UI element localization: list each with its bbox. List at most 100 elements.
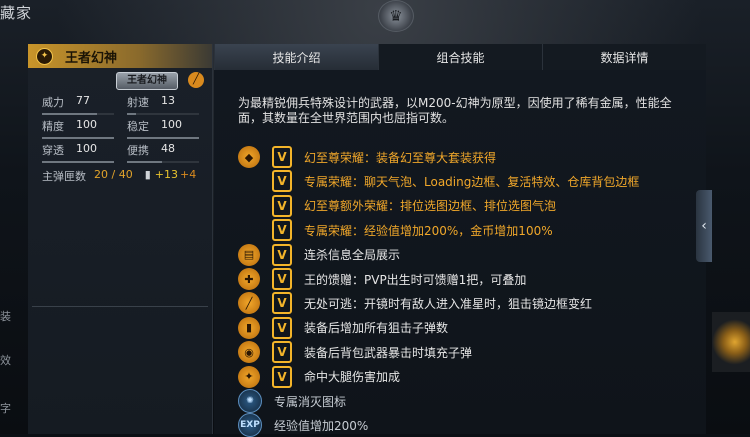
panel-divider [32, 306, 208, 307]
ammo-label: 主弹匣数 [42, 170, 86, 183]
feature-text: 经验值增加200% [274, 418, 369, 433]
gift-icon: ✚ [238, 268, 260, 290]
feature-text: 幻至尊额外荣耀：排位选图边框、排位选图气泡 [304, 199, 557, 214]
stat-item: 射速 13 [127, 94, 212, 115]
weapon-stats: 威力 77 射速 13 精度 100 稳定 100 穿透 100 便携 48 主弹匣数 20 / 4… [28, 90, 212, 184]
weapon-panel: ✦ 王者幻神 王者幻神 ╱ 威力 77 射速 13 精度 100 稳定 100 穿透 100 便携… [28, 44, 213, 434]
stat-row: 穿透 100 便携 48 [42, 142, 212, 166]
stat-item: 穿透 100 [42, 142, 127, 163]
stat-value: 48 [161, 142, 175, 155]
stat-bar-fill [127, 161, 162, 163]
weapon-name: 王者幻神 [65, 50, 118, 66]
tab-content: 为最精锐佣兵特殊设计的武器，以M200-幻神为原型，因使用了稀有金属，性能全面，… [214, 70, 706, 437]
sniper-scope-icon: ╱ [188, 72, 204, 88]
stat-bar-fill [42, 113, 98, 115]
side-hint: 装 [0, 310, 11, 323]
feature-text: 专属荣耀：经验值增加200%，金币增加100% [304, 223, 553, 238]
stat-bar [127, 113, 199, 115]
weapon-badge: 王者幻神 [116, 72, 178, 90]
stat-label: 稳定 [127, 120, 149, 133]
feature-item: ✦ V 命中大腿伤害加成 [238, 365, 401, 388]
feature-item: V 专属荣耀：经验值增加200%，金币增加100% [238, 219, 553, 242]
vip-v-icon: V [272, 365, 292, 388]
bullet-icon: ▮ [144, 168, 151, 181]
collapse-button[interactable]: ‹ [696, 190, 712, 262]
stat-label: 威力 [42, 96, 64, 109]
feature-item: ╱ V 无处可逃：开镜时有敌人进入准星时，狙击镜边框变红 [238, 292, 593, 315]
stat-item: 精度 100 [42, 118, 127, 139]
ammo-row: 主弹匣数 20 / 40 ▮ +13 +4 [42, 168, 212, 184]
stat-value: 77 [76, 94, 90, 107]
stat-bar [42, 113, 114, 115]
exp-icon: EXP [238, 413, 262, 437]
stat-bar [42, 137, 114, 139]
stat-label: 射速 [127, 96, 149, 109]
stat-bar [127, 137, 199, 139]
stat-label: 穿透 [42, 144, 64, 157]
stat-item: 威力 77 [42, 94, 127, 115]
killfeed-icon: ▤ [238, 243, 260, 266]
leg-shot-icon: ✦ [238, 365, 260, 388]
feature-item: ✺ 专属消灭图标 [238, 389, 347, 413]
page-title: 藏家 [0, 4, 33, 22]
sniper-scope-icon: ╱ [238, 292, 260, 315]
vip-v-icon: V [272, 341, 292, 364]
stat-value: 100 [76, 118, 97, 131]
stat-bar-fill [127, 113, 137, 115]
tab-data-details[interactable]: 数据详情 [542, 44, 706, 70]
stat-value: 100 [161, 118, 182, 131]
feature-item: V 幻至尊额外荣耀：排位选图边框、排位选图气泡 [238, 194, 557, 217]
side-hint: 字 [0, 402, 11, 415]
vip-v-icon: V [272, 316, 292, 339]
stat-label: 便携 [127, 144, 149, 157]
tab-combo-skills[interactable]: 组合技能 [378, 44, 542, 70]
feature-text: 装备后背包武器暴击时填充子弹 [304, 345, 473, 360]
stat-label: 精度 [42, 120, 64, 133]
stat-item: 便携 48 [127, 142, 212, 163]
vip-v-icon: V [272, 219, 292, 242]
tab-skill-intro[interactable]: 技能介绍 [214, 44, 378, 70]
feature-text: 王的馈赠：PVP出生时可馈赠1把，可叠加 [304, 272, 527, 287]
side-hint: 效 [0, 354, 11, 367]
ammo-value: 20 / 40 [94, 168, 133, 181]
backpack-icon: ◉ [238, 341, 260, 364]
stat-value: 13 [161, 94, 175, 107]
sniper-scope-image [712, 312, 750, 372]
feature-text: 装备后增加所有狙击子弹数 [304, 321, 449, 336]
stat-row: 威力 77 射速 13 [42, 94, 212, 118]
feature-item: ▤ V 连杀信息全局展示 [238, 243, 401, 266]
kill-mark-icon: ✺ [238, 389, 262, 413]
vip-v-icon: V [272, 292, 292, 315]
feature-text: 无处可逃：开镜时有敌人进入准星时，狙击镜边框变红 [304, 296, 593, 311]
stat-bar [127, 161, 199, 163]
feature-item: ▮ V 装备后增加所有狙击子弹数 [238, 316, 449, 339]
feature-text: 连杀信息全局展示 [304, 248, 401, 263]
ammo-icon: ▮ [238, 316, 260, 339]
vip-v-icon: V [272, 268, 292, 290]
vip-v-icon: V [272, 170, 292, 193]
feature-item: EXP 经验值增加200% [238, 413, 369, 437]
vip-v-icon: V [272, 146, 292, 168]
feature-item: V 专属荣耀：聊天气泡、Loading边框、复活特效、仓库背包边框 [238, 170, 640, 193]
stat-value: 100 [76, 142, 97, 155]
vip-v-icon: V [272, 194, 292, 217]
stat-bar [42, 161, 114, 163]
weapon-description: 为最精锐佣兵特殊设计的武器，以M200-幻神为原型，因使用了稀有金属，性能全面，… [238, 96, 672, 125]
stat-item: 稳定 100 [127, 118, 212, 139]
ammo-extra: +13 [154, 168, 178, 181]
feature-text: 专属荣耀：聊天气泡、Loading边框、复活特效、仓库背包边框 [304, 174, 640, 189]
badge-row: 王者幻神 ╱ [28, 68, 212, 90]
feature-text: 命中大腿伤害加成 [304, 370, 401, 385]
lion-emblem-icon: ♛ [378, 0, 414, 32]
feature-text: 专属消灭图标 [274, 394, 347, 409]
feature-item: ◉ V 装备后背包武器暴击时填充子弹 [238, 341, 473, 364]
tab-bar: 技能介绍 组合技能 数据详情 [214, 44, 706, 70]
vip-v-icon: V [272, 243, 292, 266]
weapon-header: ✦ 王者幻神 [28, 44, 212, 68]
diamond-emblem-icon: ◆ [238, 146, 260, 168]
stat-bar-fill [127, 137, 199, 139]
feature-item: ✚ V 王的馈赠：PVP出生时可馈赠1把，可叠加 [238, 268, 526, 290]
feature-item: ◆ V 幻至尊荣耀：装备幻至尊大套装获得 [238, 146, 496, 168]
stat-bar-fill [42, 137, 114, 139]
ammo-extra-2: +4 [179, 168, 197, 181]
